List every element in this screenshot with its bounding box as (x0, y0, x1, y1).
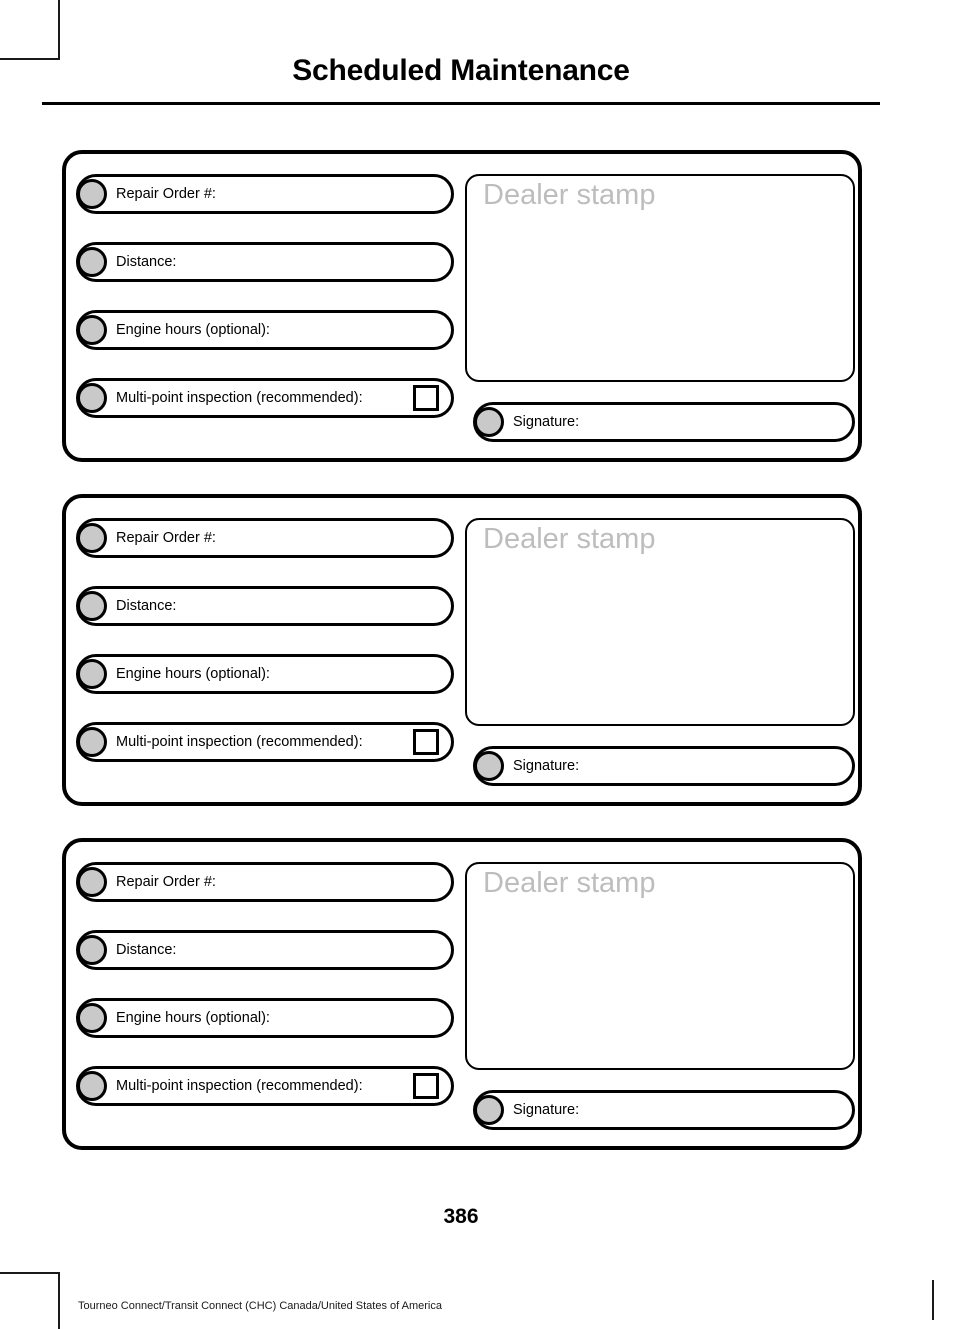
page-title: Scheduled Maintenance (292, 54, 630, 87)
field-multi-point-inspection[interactable]: Multi-point inspection (recommended): (76, 378, 454, 418)
crop-mark-bottom-right-vertical (932, 1280, 934, 1320)
field-label: Engine hours (optional): (116, 666, 270, 682)
field-repair-order[interactable]: Repair Order #: (76, 518, 454, 558)
field-label: Distance: (116, 942, 177, 958)
circle-bullet-icon (77, 727, 107, 757)
field-distance[interactable]: Distance: (76, 930, 454, 970)
field-label: Distance: (116, 598, 177, 614)
service-fields-column: Repair Order #: Distance: Engine hours (… (76, 862, 454, 1106)
field-distance[interactable]: Distance: (76, 586, 454, 626)
circle-bullet-icon (77, 935, 107, 965)
field-repair-order[interactable]: Repair Order #: (76, 862, 454, 902)
page-number: 386 (443, 1205, 479, 1228)
field-label: Engine hours (optional): (116, 1010, 270, 1026)
dealer-stamp-label: Dealer stamp (483, 523, 656, 555)
circle-bullet-icon (77, 591, 107, 621)
field-engine-hours[interactable]: Engine hours (optional): (76, 998, 454, 1038)
dealer-stamp-box[interactable]: Dealer stamp (465, 862, 855, 1070)
field-label: Multi-point inspection (recommended): (116, 734, 363, 750)
dealer-stamp-box[interactable]: Dealer stamp (465, 518, 855, 726)
service-record-card: Repair Order #: Distance: Engine hours (… (62, 838, 862, 1150)
service-fields-column: Repair Order #: Distance: Engine hours (… (76, 174, 454, 418)
header-divider (42, 102, 880, 105)
service-record-card: Repair Order #: Distance: Engine hours (… (62, 494, 862, 806)
circle-bullet-icon (77, 659, 107, 689)
service-fields-column: Repair Order #: Distance: Engine hours (… (76, 518, 454, 762)
multi-point-inspection-checkbox[interactable] (413, 1073, 439, 1099)
field-label: Repair Order #: (116, 874, 216, 890)
field-label: Repair Order #: (116, 530, 216, 546)
circle-bullet-icon (474, 1095, 504, 1125)
field-multi-point-inspection[interactable]: Multi-point inspection (recommended): (76, 722, 454, 762)
field-signature[interactable]: Signature: (473, 746, 855, 786)
dealer-stamp-box[interactable]: Dealer stamp (465, 174, 855, 382)
field-engine-hours[interactable]: Engine hours (optional): (76, 310, 454, 350)
multi-point-inspection-checkbox[interactable] (413, 385, 439, 411)
crop-mark-bottom-left-horizontal (0, 1272, 60, 1274)
crop-mark-top-left-vertical (58, 0, 60, 60)
field-multi-point-inspection[interactable]: Multi-point inspection (recommended): (76, 1066, 454, 1106)
field-distance[interactable]: Distance: (76, 242, 454, 282)
circle-bullet-icon (77, 523, 107, 553)
field-label: Signature: (513, 1102, 580, 1118)
circle-bullet-icon (77, 247, 107, 277)
circle-bullet-icon (77, 867, 107, 897)
field-label: Engine hours (optional): (116, 322, 270, 338)
field-label: Signature: (513, 414, 580, 430)
dealer-stamp-label: Dealer stamp (483, 867, 656, 899)
dealer-stamp-label: Dealer stamp (483, 179, 656, 211)
footer-note: Tourneo Connect/Transit Connect (CHC) Ca… (78, 1300, 442, 1312)
field-repair-order[interactable]: Repair Order #: (76, 174, 454, 214)
circle-bullet-icon (77, 1003, 107, 1033)
field-signature[interactable]: Signature: (473, 402, 855, 442)
circle-bullet-icon (77, 1071, 107, 1101)
circle-bullet-icon (77, 383, 107, 413)
field-signature[interactable]: Signature: (473, 1090, 855, 1130)
circle-bullet-icon (474, 751, 504, 781)
page-header: Scheduled Maintenance (42, 52, 880, 90)
crop-mark-bottom-left-vertical (58, 1272, 60, 1329)
service-record-card: Repair Order #: Distance: Engine hours (… (62, 150, 862, 462)
field-engine-hours[interactable]: Engine hours (optional): (76, 654, 454, 694)
field-label: Multi-point inspection (recommended): (116, 390, 363, 406)
field-label: Distance: (116, 254, 177, 270)
field-label: Multi-point inspection (recommended): (116, 1078, 363, 1094)
field-label: Repair Order #: (116, 186, 216, 202)
multi-point-inspection-checkbox[interactable] (413, 729, 439, 755)
field-label: Signature: (513, 758, 580, 774)
circle-bullet-icon (77, 179, 107, 209)
circle-bullet-icon (77, 315, 107, 345)
circle-bullet-icon (474, 407, 504, 437)
